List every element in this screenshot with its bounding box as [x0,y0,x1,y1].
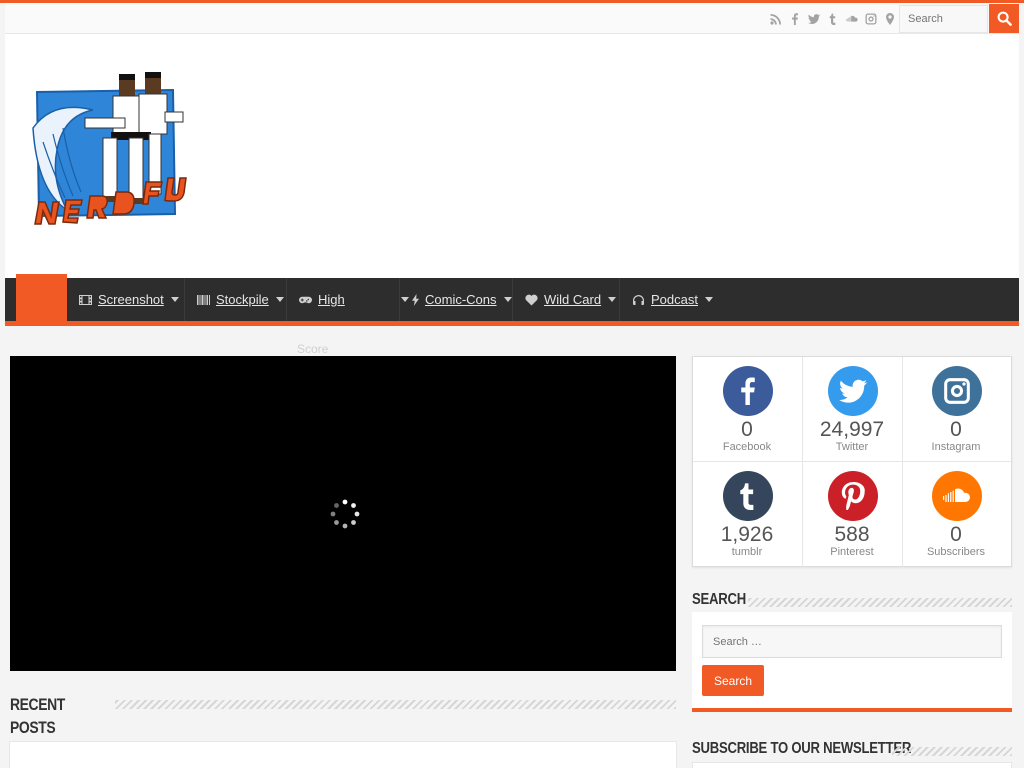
nav-item-label: High [318,292,345,307]
nav-item-label: Stockpile [216,292,269,307]
video-player[interactable] [10,356,676,671]
grid-divider [902,357,903,568]
nav-item-label: Screenshot [98,292,164,307]
top-bar [5,3,1019,34]
top-search [899,4,1019,33]
counter-pinterest[interactable]: 588 Pinterest [802,462,902,566]
newsletter-widget [692,762,1012,768]
location-pin-icon[interactable] [880,3,899,34]
nav-item-screenshot[interactable]: Screenshot [67,278,185,321]
search-widget-title: Search [692,591,746,608]
counter-label: Facebook [722,441,772,453]
title-stripe-divider [115,700,676,709]
site-logo[interactable] [25,72,187,242]
nav-item-overflow-text: Score [297,342,329,356]
chevron-down-icon [704,297,713,302]
nav-item-label: Comic-Cons [425,292,497,307]
soundcloud-icon[interactable] [842,3,861,34]
pinterest-icon [828,471,878,521]
recent-posts-title: Recent Posts [10,695,65,737]
counter-label: Pinterest [830,546,874,558]
tumblr-icon [723,471,773,521]
chevron-down-icon [170,297,179,302]
search-widget: Search [692,612,1012,712]
sidebar-search-input[interactable] [702,625,1002,658]
instagram-icon [932,366,982,416]
social-icons [766,3,899,34]
gamepad-icon [299,294,312,306]
twitter-icon[interactable] [804,3,823,34]
nav-item-comic-cons[interactable]: Comic-Cons [400,278,513,321]
loading-spinner-icon [330,499,360,529]
counter-label: Instagram [931,441,981,453]
counter-value: 588 [834,523,870,546]
nav-item-podcast[interactable]: Podcast [620,278,720,321]
chevron-down-icon [275,297,284,302]
rss-icon[interactable] [766,3,785,34]
search-icon [997,11,1012,26]
nav-home-button[interactable] [16,274,67,326]
barcode-icon [197,294,210,306]
sidebar-search-button[interactable]: Search [702,665,764,696]
nav-item-wild-card[interactable]: Wild Card [513,278,620,321]
nav-item-label: Podcast [651,292,698,307]
top-search-input[interactable] [899,5,988,33]
counter-label: Subscribers [926,546,986,558]
chevron-down-icon [608,297,617,302]
tumblr-icon[interactable] [823,3,842,34]
heart-icon [525,294,538,306]
facebook-icon [723,366,773,416]
page-edge [1019,34,1024,768]
bolt-icon [412,293,419,306]
counter-twitter[interactable]: 24,997 Twitter [802,357,902,461]
counter-label: Twitter [835,441,869,453]
counter-value: 0 [741,418,753,441]
newsletter-widget-title: Subscribe to our Newsletter [692,740,912,757]
counter-facebook[interactable]: 0 Facebook [697,357,797,461]
social-counter-widget: 0 Facebook 24,997 Twitter 0 Instagram 1,… [692,356,1013,568]
counter-instagram[interactable]: 0 Instagram [906,357,1006,461]
nav-item-high-score[interactable]: High [287,278,409,321]
top-search-button[interactable] [989,4,1019,33]
counter-value: 24,997 [819,418,885,441]
nav-item-label: Wild Card [544,292,602,307]
twitter-icon [828,366,878,416]
counter-tumblr[interactable]: 1,926 tumblr [697,462,797,566]
film-icon [79,294,92,306]
soundcloud-icon [932,471,982,521]
recent-posts-box [9,741,677,768]
counter-value: 0 [950,418,962,441]
counter-soundcloud[interactable]: 0 Subscribers [906,462,1006,566]
counter-value: 1,926 [720,523,774,546]
instagram-icon[interactable] [861,3,880,34]
counter-value: 0 [950,523,962,546]
counter-label: tumblr [731,546,763,558]
nav-item-stockpile[interactable]: Stockpile [185,278,287,321]
main-nav: Screenshot Stockpile High Comic-Cons Wil… [5,274,1019,326]
chevron-down-icon [503,297,512,302]
site-header [5,34,1019,278]
title-stripe-divider [748,598,1012,607]
title-stripe-divider [892,747,1012,756]
headphones-icon [632,294,645,306]
facebook-icon[interactable] [785,3,804,34]
